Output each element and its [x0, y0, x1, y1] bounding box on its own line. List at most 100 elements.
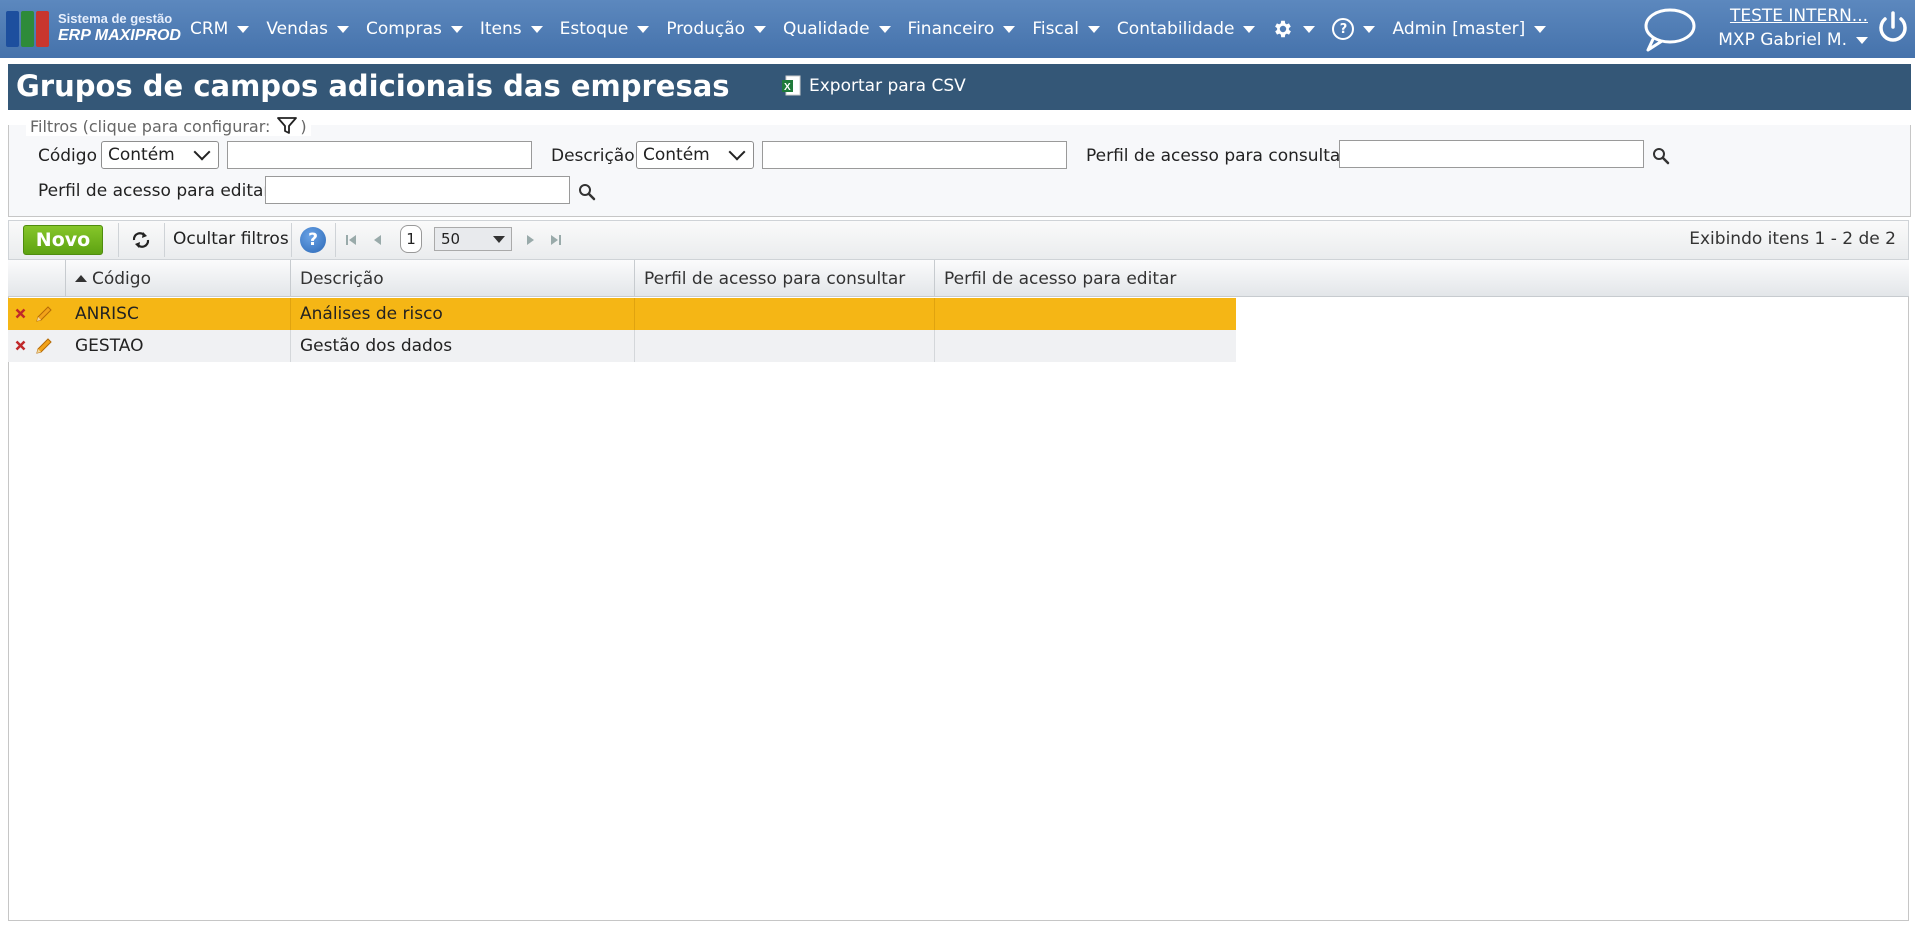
menu-help[interactable]: ? [1332, 18, 1376, 40]
menu-fiscal-label: Fiscal [1032, 19, 1079, 39]
caret-down-icon [1303, 25, 1316, 33]
filter-funnel-icon[interactable] [276, 116, 298, 136]
filters-legend-close: ) [300, 116, 307, 136]
cell-descricao: Gestão dos dados [291, 330, 635, 362]
export-csv-label: Exportar para CSV [809, 76, 966, 96]
logo-subtitle: Sistema de gestão [58, 11, 173, 26]
new-button[interactable]: Novo [23, 225, 103, 255]
cell-descricao: Análises de risco [291, 298, 635, 330]
delete-icon[interactable] [15, 308, 26, 319]
app-logo[interactable]: Sistema de gestão ERP MAXIPROD [6, 8, 181, 48]
caret-down-icon [450, 25, 463, 33]
toolbar-divider [335, 223, 336, 257]
chat-bubble-icon[interactable] [1640, 6, 1698, 54]
menu-settings[interactable] [1272, 18, 1316, 40]
hide-filters-button[interactable]: Ocultar filtros [173, 229, 289, 249]
caret-down-icon [493, 235, 505, 243]
filters-legend[interactable]: Filtros (clique para configurar: ) [26, 116, 311, 136]
caret-down-icon [637, 25, 650, 33]
chevron-down-icon [728, 143, 746, 161]
delete-icon[interactable] [15, 340, 26, 351]
menu-itens[interactable]: Itens [480, 19, 543, 39]
first-page-icon[interactable] [344, 233, 358, 247]
table-row[interactable]: ANRISC Análises de risco [8, 298, 1236, 330]
export-csv-button[interactable]: X Exportar para CSV [781, 75, 966, 97]
cell-codigo: GESTAO [66, 330, 291, 362]
logo-title: ERP MAXIPROD [58, 27, 181, 44]
menu-crm[interactable]: CRM [190, 19, 250, 39]
cell-perfil-editar [935, 330, 1236, 362]
grid-toolbar: Novo Ocultar filtros ? 1 50 Exibindo ite… [8, 220, 1909, 260]
menu-vendas[interactable]: Vendas [266, 19, 349, 39]
caret-down-icon [1363, 25, 1376, 33]
descricao-filter-input[interactable] [762, 141, 1067, 169]
top-navigation-bar: Sistema de gestão ERP MAXIPROD CRM Venda… [0, 0, 1915, 58]
perfil-editar-filter-input[interactable] [265, 176, 570, 204]
cell-perfil-consultar [635, 298, 935, 330]
current-page-input[interactable]: 1 [400, 225, 422, 253]
logo-blocks-icon [6, 11, 50, 47]
page-size-value: 50 [441, 230, 461, 248]
toolbar-divider [118, 223, 119, 257]
menu-contabilidade[interactable]: Contabilidade [1117, 19, 1256, 39]
column-header-perfil-consultar[interactable]: Perfil de acesso para consultar [635, 260, 935, 297]
main-menu: CRM Vendas Compras Itens Estoque Produçã… [190, 0, 1563, 58]
menu-admin-label: Admin [master] [1392, 19, 1526, 39]
user-info: TESTE INTERN... MXP Gabriel M. [1718, 6, 1868, 50]
descricao-filter-label: Descrição [551, 146, 635, 166]
power-icon[interactable] [1876, 10, 1910, 46]
codigo-filter-input[interactable] [227, 141, 532, 169]
search-icon[interactable] [1652, 147, 1670, 165]
sort-ascending-icon [75, 275, 87, 282]
cell-perfil-consultar [635, 330, 935, 362]
caret-down-icon [754, 25, 767, 33]
search-icon[interactable] [578, 183, 596, 201]
table-row[interactable]: GESTAO Gestão dos dados [8, 330, 1236, 362]
previous-page-icon[interactable] [371, 233, 385, 247]
caret-down-icon [530, 25, 543, 33]
menu-producao[interactable]: Produção [666, 19, 767, 39]
actions-header [8, 260, 66, 297]
grid-header: Código Descrição Perfil de acesso para c… [8, 260, 1909, 297]
refresh-icon[interactable] [130, 230, 152, 250]
company-link[interactable]: TESTE INTERN... [1718, 6, 1868, 26]
codigo-mode-select[interactable]: Contém [101, 141, 219, 169]
menu-compras[interactable]: Compras [366, 19, 463, 39]
descricao-mode-value: Contém [643, 145, 710, 165]
gear-icon [1275, 20, 1292, 38]
page-title: Grupos de campos adicionais das empresas [16, 69, 730, 103]
excel-file-icon: X [782, 75, 801, 96]
menu-financeiro[interactable]: Financeiro [908, 19, 1016, 39]
user-menu[interactable]: MXP Gabriel M. [1718, 30, 1868, 50]
menu-producao-label: Produção [666, 19, 746, 39]
menu-qualidade[interactable]: Qualidade [783, 19, 891, 39]
menu-vendas-label: Vendas [266, 19, 328, 39]
menu-contabilidade-label: Contabilidade [1116, 19, 1235, 39]
perfil-editar-filter-label: Perfil de acesso para editar [38, 181, 271, 201]
menu-estoque[interactable]: Estoque [560, 19, 650, 39]
last-page-icon[interactable] [549, 233, 563, 247]
caret-down-icon [1087, 25, 1100, 33]
edit-pencil-icon[interactable] [33, 303, 55, 325]
column-header-perfil-editar[interactable]: Perfil de acesso para editar [935, 260, 1909, 297]
perfil-consultar-filter-input[interactable] [1339, 140, 1644, 168]
caret-down-icon [336, 25, 349, 33]
help-icon[interactable]: ? [300, 227, 326, 253]
menu-financeiro-label: Financeiro [907, 19, 995, 39]
page-size-select[interactable]: 50 [434, 227, 512, 251]
caret-down-icon [1003, 25, 1016, 33]
page-header: Grupos de campos adicionais das empresas… [8, 64, 1911, 110]
menu-itens-label: Itens [479, 19, 522, 39]
codigo-mode-value: Contém [108, 145, 175, 165]
edit-pencil-icon[interactable] [33, 335, 55, 357]
menu-crm-label: CRM [190, 19, 229, 39]
descricao-mode-select[interactable]: Contém [636, 141, 754, 169]
next-page-icon[interactable] [523, 233, 537, 247]
menu-admin[interactable]: Admin [master] [1392, 19, 1547, 39]
column-header-descricao[interactable]: Descrição [291, 260, 635, 297]
chevron-down-icon [193, 143, 211, 161]
menu-fiscal[interactable]: Fiscal [1032, 19, 1100, 39]
column-header-perfil-consultar-label: Perfil de acesso para consultar [644, 268, 906, 289]
menu-estoque-label: Estoque [559, 19, 629, 39]
column-header-codigo[interactable]: Código [66, 260, 291, 297]
